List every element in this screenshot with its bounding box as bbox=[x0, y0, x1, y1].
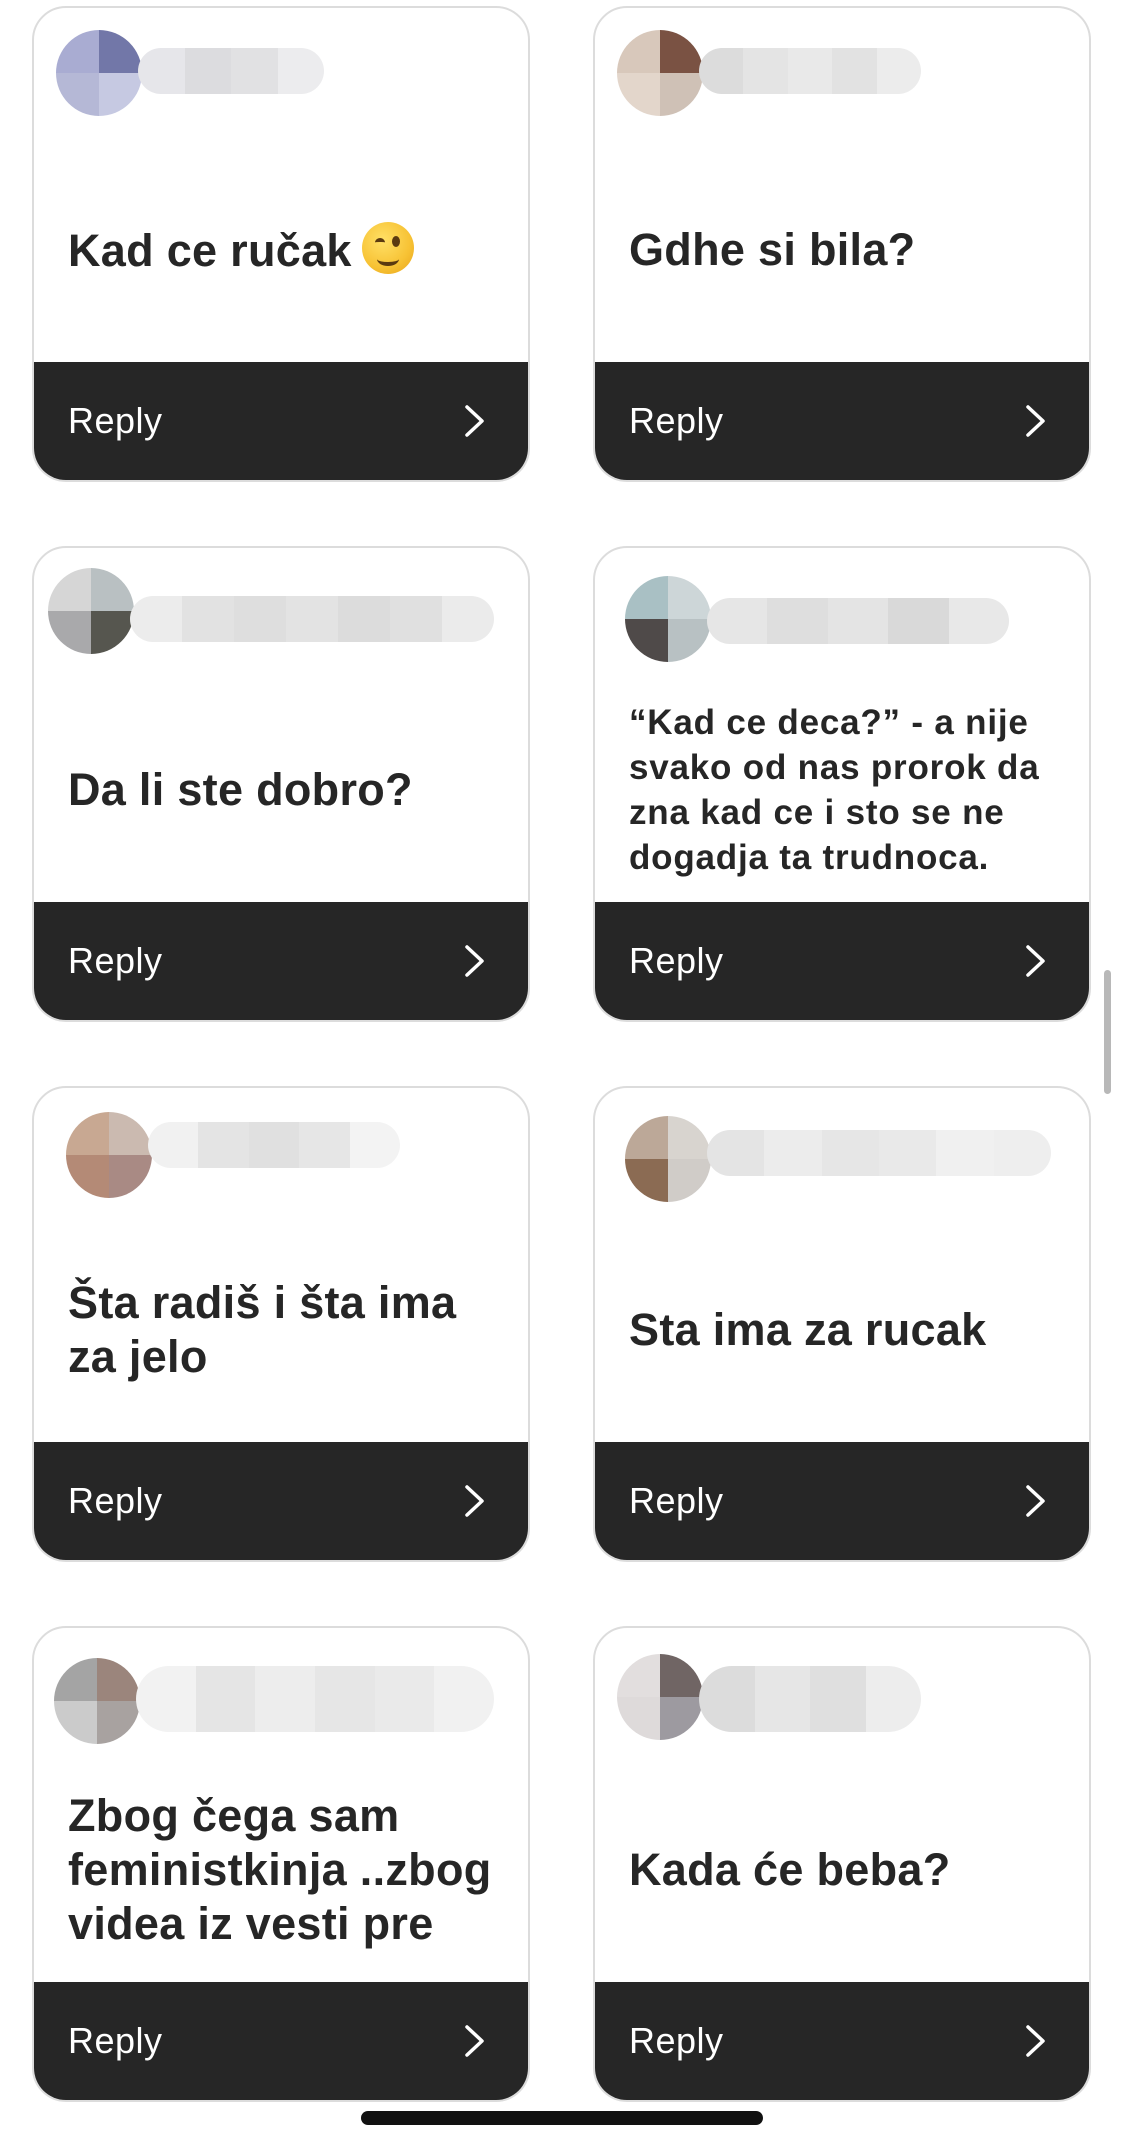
question-card: Gdhe si bila? Reply bbox=[593, 6, 1091, 482]
home-indicator[interactable] bbox=[361, 2111, 763, 2125]
question-card: Sta ima za rucak Reply bbox=[593, 1086, 1091, 1562]
scrollbar[interactable] bbox=[1104, 970, 1111, 1094]
question-label: Da li ste dobro? bbox=[68, 764, 413, 815]
avatar bbox=[625, 576, 711, 662]
sender-info-blurred bbox=[595, 1088, 1089, 1218]
reply-button[interactable]: Reply bbox=[34, 362, 528, 480]
question-label: Kad ce ručak bbox=[68, 225, 352, 276]
reply-label: Reply bbox=[68, 2020, 163, 2061]
chevron-right-icon bbox=[1026, 405, 1045, 437]
sender-info-blurred bbox=[595, 8, 1089, 138]
question-text: Kada će beba? bbox=[629, 1758, 1059, 1982]
username-blurred bbox=[707, 598, 1009, 644]
question-card: Šta radiš i šta ima za jelo Reply bbox=[32, 1086, 530, 1562]
question-label: Kada će beba? bbox=[629, 1844, 951, 1895]
username-blurred bbox=[130, 596, 494, 642]
reply-button[interactable]: Reply bbox=[34, 1982, 528, 2100]
question-label: Gdhe si bila? bbox=[629, 224, 916, 275]
sender-info-blurred bbox=[34, 548, 528, 678]
username-blurred bbox=[136, 1666, 494, 1732]
reply-label: Reply bbox=[68, 1480, 163, 1521]
reply-button[interactable]: Reply bbox=[34, 902, 528, 1020]
reply-label: Reply bbox=[629, 2020, 724, 2061]
reply-button[interactable]: Reply bbox=[595, 362, 1089, 480]
chevron-right-icon bbox=[465, 1485, 484, 1517]
avatar bbox=[66, 1112, 152, 1198]
question-label: Šta radiš i šta ima za jelo bbox=[68, 1277, 457, 1382]
username-blurred bbox=[699, 1666, 921, 1732]
question-text: Da li ste dobro? bbox=[68, 678, 498, 902]
chevron-right-icon bbox=[1026, 945, 1045, 977]
question-card: “Kad ce deca?” - a nije svako od nas pro… bbox=[593, 546, 1091, 1022]
sender-info-blurred bbox=[595, 1628, 1089, 1758]
question-label: Zbog čega sam feministkinja ..zbog videa… bbox=[68, 1790, 492, 1949]
username-blurred bbox=[699, 48, 921, 94]
avatar bbox=[625, 1116, 711, 1202]
reply-button[interactable]: Reply bbox=[595, 1442, 1089, 1560]
reply-label: Reply bbox=[629, 400, 724, 441]
question-text: “Kad ce deca?” - a nije svako od nas pro… bbox=[629, 678, 1059, 902]
chevron-right-icon bbox=[465, 2025, 484, 2057]
question-text: Šta radiš i šta ima za jelo bbox=[68, 1218, 498, 1442]
reply-button[interactable]: Reply bbox=[595, 902, 1089, 1020]
question-text: Gdhe si bila? bbox=[629, 138, 1059, 362]
reply-button[interactable]: Reply bbox=[34, 1442, 528, 1560]
reply-label: Reply bbox=[629, 940, 724, 981]
question-card: Kad ce ručak Reply bbox=[32, 6, 530, 482]
avatar bbox=[617, 30, 703, 116]
question-card: Kada će beba? Reply bbox=[593, 1626, 1091, 2102]
chevron-right-icon bbox=[1026, 1485, 1045, 1517]
question-card: Zbog čega sam feministkinja ..zbog videa… bbox=[32, 1626, 530, 2102]
reply-label: Reply bbox=[68, 400, 163, 441]
sender-info-blurred bbox=[34, 8, 528, 138]
reply-label: Reply bbox=[629, 1480, 724, 1521]
chevron-right-icon bbox=[1026, 2025, 1045, 2057]
chevron-right-icon bbox=[465, 945, 484, 977]
sender-info-blurred bbox=[34, 1628, 528, 1758]
question-label: “Kad ce deca?” - a nije svako od nas pro… bbox=[629, 703, 1040, 877]
avatar bbox=[617, 1654, 703, 1740]
username-blurred bbox=[148, 1122, 400, 1168]
avatar bbox=[48, 568, 134, 654]
question-label: Sta ima za rucak bbox=[629, 1304, 987, 1355]
avatar bbox=[54, 1658, 140, 1744]
username-blurred bbox=[707, 1130, 1051, 1176]
username-blurred bbox=[138, 48, 324, 94]
avatar bbox=[56, 30, 142, 116]
question-text: Zbog čega sam feministkinja ..zbog videa… bbox=[68, 1758, 498, 1982]
reply-label: Reply bbox=[68, 940, 163, 981]
winking-face-icon bbox=[361, 222, 414, 274]
question-text: Sta ima za rucak bbox=[629, 1218, 1059, 1442]
reply-button[interactable]: Reply bbox=[595, 1982, 1089, 2100]
question-text: Kad ce ručak bbox=[68, 138, 498, 362]
question-card: Da li ste dobro? Reply bbox=[32, 546, 530, 1022]
chevron-right-icon bbox=[465, 405, 484, 437]
sender-info-blurred bbox=[595, 548, 1089, 678]
sender-info-blurred bbox=[34, 1088, 528, 1218]
